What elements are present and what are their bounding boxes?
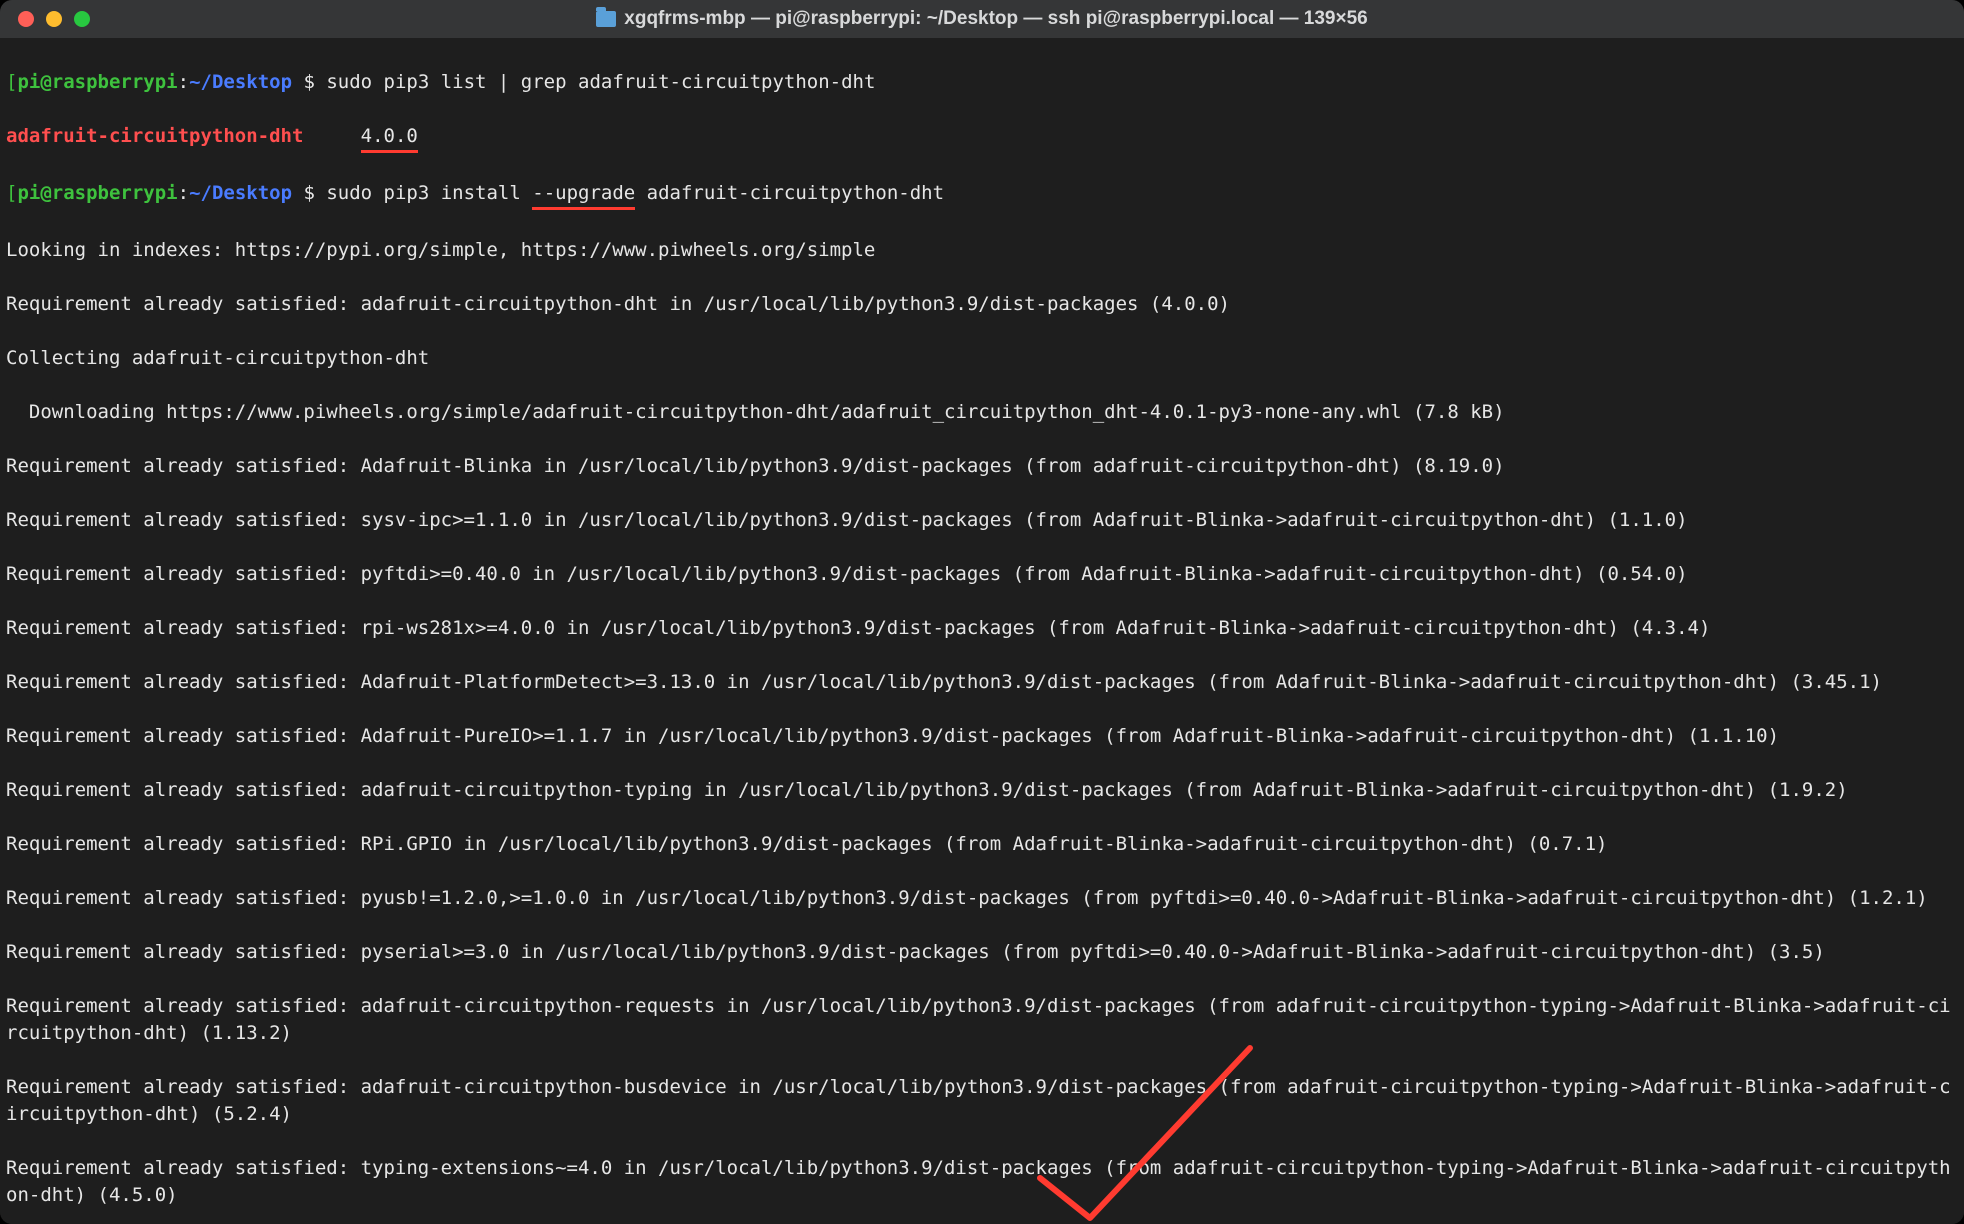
output-line: Requirement already satisfied: Adafruit-… <box>6 453 1958 480</box>
output-line: Requirement already satisfied: adafruit-… <box>6 993 1958 1047</box>
prompt-line-1: [pi@raspberrypi:~/Desktop $ sudo pip3 li… <box>6 69 1958 96</box>
output-line: Downloading https://www.piwheels.org/sim… <box>6 399 1958 426</box>
prompt-line-2: [pi@raspberrypi:~/Desktop $ sudo pip3 in… <box>6 180 1958 210</box>
output-line: Requirement already satisfied: Adafruit-… <box>6 669 1958 696</box>
output-line: Requirement already satisfied: rpi-ws281… <box>6 615 1958 642</box>
output-line: Looking in indexes: https://pypi.org/sim… <box>6 237 1958 264</box>
close-button[interactable] <box>18 11 34 27</box>
window-title: xgqfrms-mbp — pi@raspberrypi: ~/Desktop … <box>0 8 1964 30</box>
traffic-lights <box>18 11 90 27</box>
output-line: Requirement already satisfied: sysv-ipc>… <box>6 507 1958 534</box>
old-version-number: 4.0.0 <box>361 123 418 153</box>
terminal-window: xgqfrms-mbp — pi@raspberrypi: ~/Desktop … <box>0 0 1964 1224</box>
output-line: Collecting adafruit-circuitpython-dht <box>6 345 1958 372</box>
output-line: Requirement already satisfied: Adafruit-… <box>6 723 1958 750</box>
output-line: Requirement already satisfied: RPi.GPIO … <box>6 831 1958 858</box>
zoom-button[interactable] <box>74 11 90 27</box>
window-title-text: xgqfrms-mbp — pi@raspberrypi: ~/Desktop … <box>624 8 1367 29</box>
output-line: Requirement already satisfied: pyusb!=1.… <box>6 885 1958 912</box>
command-1: sudo pip3 list | grep adafruit-circuitpy… <box>326 71 875 93</box>
output-line: Requirement already satisfied: adafruit-… <box>6 1074 1958 1128</box>
output-line: Requirement already satisfied: typing-ex… <box>6 1155 1958 1209</box>
output-line: Requirement already satisfied: adafruit-… <box>6 291 1958 318</box>
checkmark-annotation-icon <box>1020 1038 1280 1224</box>
folder-icon <box>596 11 616 27</box>
output-line: Requirement already satisfied: adafruit-… <box>6 777 1958 804</box>
minimize-button[interactable] <box>46 11 62 27</box>
output-pkg-old: adafruit-circuitpython-dht 4.0.0 <box>6 123 1958 153</box>
output-line: Requirement already satisfied: pyserial>… <box>6 939 1958 966</box>
titlebar[interactable]: xgqfrms-mbp — pi@raspberrypi: ~/Desktop … <box>0 0 1964 38</box>
terminal-body[interactable]: [pi@raspberrypi:~/Desktop $ sudo pip3 li… <box>0 38 1964 1224</box>
upgrade-flag: --upgrade <box>532 180 635 210</box>
output-line: Requirement already satisfied: pyftdi>=0… <box>6 561 1958 588</box>
